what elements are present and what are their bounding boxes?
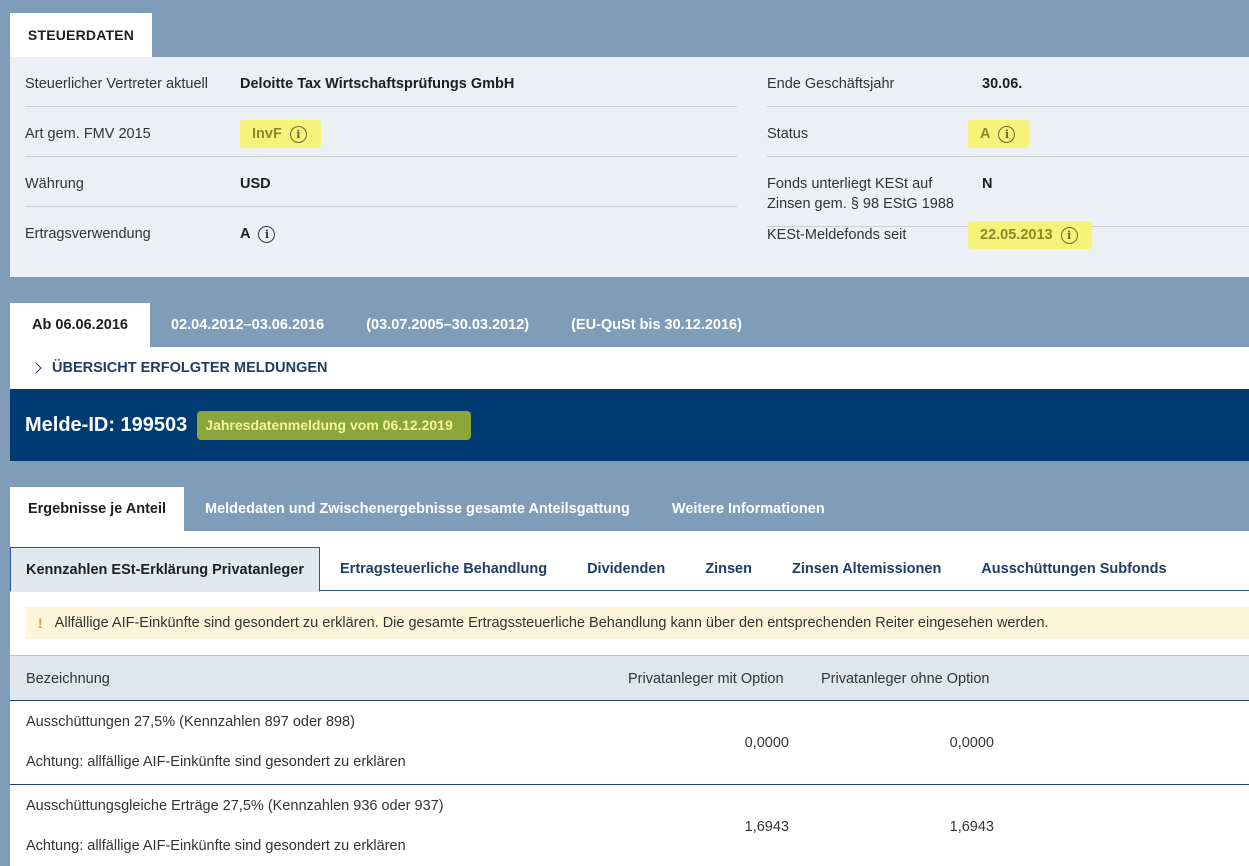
period-tab-ab-06-06-2016[interactable]: Ab 06.06.2016 [10,303,150,347]
row-waehrung: Währung USD [25,157,737,207]
info-icon[interactable]: i [258,225,276,243]
period-tab-2012-2016[interactable]: 02.04.2012–03.06.2016 [150,303,345,347]
row-art-fmv: Art gem. FMV 2015 InvF i [25,107,737,157]
row-kest-zinsen: Fonds unterliegt KESt auf Zinsen gem. § … [767,157,1249,227]
value-status-text: A [980,126,991,142]
row-kest-meldefonds: KESt-Meldefonds seit 22.05.2013 i [767,221,1249,277]
value-status: A i [968,120,1030,148]
row-steuerlicher-vertreter: Steuerlicher Vertreter aktuell Deloitte … [25,57,737,107]
info-icon[interactable]: i [289,125,307,143]
value-kest-zinsen: N [982,176,993,192]
value-ende-geschaeftsjahr: 30.06. [982,76,1023,92]
value-ertragsverwendung: A i [240,224,276,244]
label-ende-geschaeftsjahr: Ende Geschäftsjahr [767,76,895,92]
label-ertragsverwendung: Ertragsverwendung [25,226,151,242]
value-steuerlicher-vertreter: Deloitte Tax Wirtschaftsprüfungs GmbH [240,76,515,92]
row-ende-geschaeftsjahr: Ende Geschäftsjahr 30.06. [767,57,1249,107]
row-ertragsverwendung: Ertragsverwendung A i [25,207,737,257]
value-mit-option: 1,6943 [744,819,789,835]
table-header: Bezeichnung Privatanleger mit Option Pri… [10,655,1249,701]
tab-steuerdaten[interactable]: STEUERDATEN [10,13,152,57]
value-art-fmv: InvF i [240,120,321,148]
results-content: Kennzahlen ESt-Erklärung Privatanleger E… [10,531,1249,866]
tax-data-left-column: Steuerlicher Vertreter aktuell Deloitte … [25,57,737,257]
table-row: Ausschüttungsgleiche Erträge 27,5% (Kenn… [10,785,1249,866]
tax-data-right-column: Ende Geschäftsjahr 30.06. Status A i Fon… [767,57,1249,277]
warning-icon: ! [38,615,43,631]
subtab-dividenden[interactable]: Dividenden [567,547,685,591]
sub-tabs: Kennzahlen ESt-Erklärung Privatanleger E… [10,547,1249,592]
row-title: Ausschüttungsgleiche Erträge 27,5% (Kenn… [26,798,444,814]
subtab-zinsen[interactable]: Zinsen [685,547,772,591]
row-note: Achtung: allfällige AIF-Einkünfte sind g… [26,838,406,854]
value-kest-meldefonds-text: 22.05.2013 [980,227,1053,243]
period-tabs: Ab 06.06.2016 02.04.2012–03.06.2016 (03.… [10,303,763,347]
subtab-zinsen-altemissionen[interactable]: Zinsen Altemissionen [772,547,961,591]
label-art-fmv: Art gem. FMV 2015 [25,126,151,142]
column-header-mit-option: Privatanleger mit Option [628,671,784,687]
notice-banner: ! Allfällige AIF-Einkünfte sind gesonder… [26,607,1249,639]
tab-weitere-informationen[interactable]: Weitere Informationen [651,487,846,531]
table-row: Ausschüttungen 27,5% (Kennzahlen 897 ode… [10,701,1249,785]
subtab-kennzahlen[interactable]: Kennzahlen ESt-Erklärung Privatanleger [10,547,320,592]
tab-meldedaten[interactable]: Meldedaten und Zwischenergebnisse gesamt… [184,487,651,531]
overview-link[interactable]: ÜBERSICHT ERFOLGTER MELDUNGEN [10,347,1249,389]
label-kest-meldefonds: KESt-Meldefonds seit [767,227,907,243]
result-tabs: Ergebnisse je Anteil Meldedaten und Zwis… [10,487,846,531]
column-header-ohne-option: Privatanleger ohne Option [821,671,990,687]
label-kest-zinsen: Fonds unterliegt KESt auf Zinsen gem. § … [767,176,954,212]
period-tab-eu-qust[interactable]: (EU-QuSt bis 30.12.2016) [550,303,763,347]
value-art-fmv-text: InvF [252,126,282,142]
melde-id: Melde-ID: 199503 [25,413,188,436]
notice-text: Allfällige AIF-Einkünfte sind gesondert … [54,615,1049,631]
value-ohne-option: 1,6943 [949,819,994,835]
label-waehrung: Währung [25,176,84,192]
value-waehrung: USD [240,176,271,192]
row-status: Status A i [767,107,1249,157]
melde-badge: Jahresdatenmeldung vom 06.12.2019 [197,410,471,440]
row-note: Achtung: allfällige AIF-Einkünfte sind g… [26,754,406,770]
period-tab-2005-2012[interactable]: (03.07.2005–30.03.2012) [345,303,550,347]
tab-ergebnisse-je-anteil[interactable]: Ergebnisse je Anteil [10,487,184,531]
chevron-right-icon [30,362,42,374]
info-icon[interactable]: i [998,125,1016,143]
tax-data-panel: Steuerlicher Vertreter aktuell Deloitte … [10,57,1249,277]
label-steuerlicher-vertreter: Steuerlicher Vertreter aktuell [25,76,208,92]
value-kest-meldefonds: 22.05.2013 i [968,221,1092,249]
melde-header: Melde-ID: 199503 Jahresdatenmeldung vom … [10,389,1249,461]
subtab-ertragsteuerliche-behandlung[interactable]: Ertragsteuerliche Behandlung [320,547,567,591]
label-status: Status [767,126,809,142]
overview-link-label: ÜBERSICHT ERFOLGTER MELDUNGEN [52,360,328,376]
value-ertragsverwendung-text: A [240,226,251,242]
info-icon[interactable]: i [1060,226,1078,244]
value-ohne-option: 0,0000 [949,735,994,751]
subtab-ausschuettungen-subfonds[interactable]: Ausschüttungen Subfonds [961,547,1186,591]
value-mit-option: 0,0000 [744,735,789,751]
row-title: Ausschüttungen 27,5% (Kennzahlen 897 ode… [26,714,355,730]
column-header-bezeichnung: Bezeichnung [26,671,110,687]
